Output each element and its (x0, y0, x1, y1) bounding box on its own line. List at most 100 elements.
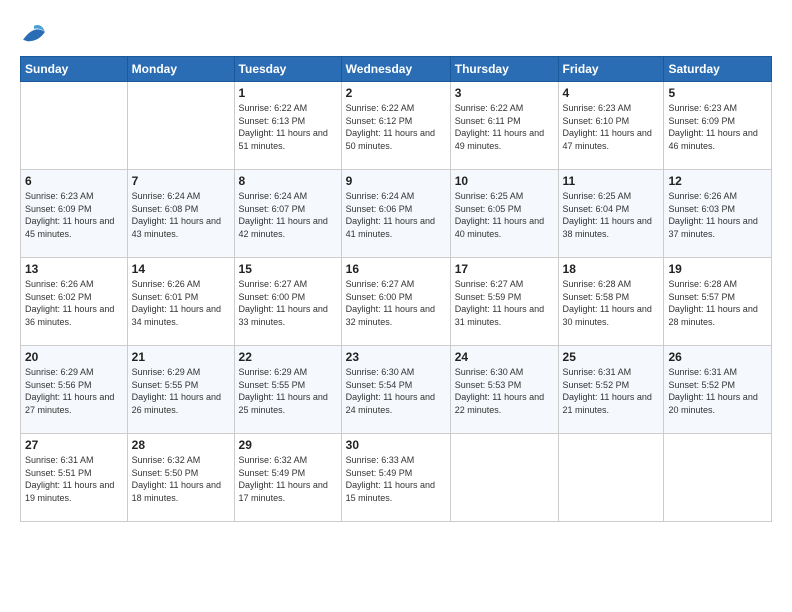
cell-content: Sunrise: 6:29 AM Sunset: 5:56 PM Dayligh… (25, 366, 123, 416)
calendar-cell (450, 434, 558, 522)
calendar-cell: 27 Sunrise: 6:31 AM Sunset: 5:51 PM Dayli… (21, 434, 128, 522)
day-number: 17 (455, 262, 554, 276)
weekday-header: Friday (558, 57, 664, 82)
calendar-cell: 4Sunrise: 6:23 AM Sunset: 6:10 PM Daylig… (558, 82, 664, 170)
cell-content: Sunrise: 6:22 AM Sunset: 6:12 PM Dayligh… (346, 102, 446, 152)
calendar-cell: 18 Sunrise: 6:28 AM Sunset: 5:58 PM Dayli… (558, 258, 664, 346)
weekday-header: Wednesday (341, 57, 450, 82)
calendar-cell: 13 Sunrise: 6:26 AM Sunset: 6:02 PM Dayli… (21, 258, 128, 346)
cell-content: Sunrise: 6:25 AM Sunset: 6:05 PM Dayligh… (455, 190, 554, 240)
cell-content: Sunrise: 6:27 AM Sunset: 6:00 PM Dayligh… (239, 278, 337, 328)
calendar-cell: 19Sunrise: 6:28 AM Sunset: 5:57 PM Dayli… (664, 258, 772, 346)
day-number: 12 (668, 174, 767, 188)
day-number: 2 (346, 86, 446, 100)
logo (20, 18, 52, 46)
cell-content: Sunrise: 6:24 AM Sunset: 6:08 PM Dayligh… (132, 190, 230, 240)
calendar-cell: 5 Sunrise: 6:23 AM Sunset: 6:09 PM Daylig… (664, 82, 772, 170)
day-number: 27 (25, 438, 123, 452)
cell-content: Sunrise: 6:33 AM Sunset: 5:49 PM Dayligh… (346, 454, 446, 504)
cell-content: Sunrise: 6:31 AM Sunset: 5:52 PM Dayligh… (563, 366, 660, 416)
day-number: 4 (563, 86, 660, 100)
calendar-cell: 1 Sunrise: 6:22 AM Sunset: 6:13 PM Daylig… (234, 82, 341, 170)
calendar-cell (558, 434, 664, 522)
calendar-week-row: 6Sunrise: 6:23 AM Sunset: 6:09 PM Daylig… (21, 170, 772, 258)
calendar-cell: 22 Sunrise: 6:29 AM Sunset: 5:55 PM Dayli… (234, 346, 341, 434)
calendar: SundayMondayTuesdayWednesdayThursdayFrid… (20, 56, 772, 522)
header (20, 18, 772, 46)
day-number: 28 (132, 438, 230, 452)
cell-content: Sunrise: 6:22 AM Sunset: 6:13 PM Dayligh… (239, 102, 337, 152)
cell-content: Sunrise: 6:29 AM Sunset: 5:55 PM Dayligh… (239, 366, 337, 416)
calendar-cell: 16 Sunrise: 6:27 AM Sunset: 6:00 PM Dayli… (341, 258, 450, 346)
calendar-cell: 11 Sunrise: 6:25 AM Sunset: 6:04 PM Dayli… (558, 170, 664, 258)
day-number: 5 (668, 86, 767, 100)
page: SundayMondayTuesdayWednesdayThursdayFrid… (0, 0, 792, 612)
cell-content: Sunrise: 6:32 AM Sunset: 5:49 PM Dayligh… (239, 454, 337, 504)
day-number: 7 (132, 174, 230, 188)
cell-content: Sunrise: 6:32 AM Sunset: 5:50 PM Dayligh… (132, 454, 230, 504)
day-number: 23 (346, 350, 446, 364)
calendar-cell: 25 Sunrise: 6:31 AM Sunset: 5:52 PM Dayli… (558, 346, 664, 434)
calendar-cell: 21 Sunrise: 6:29 AM Sunset: 5:55 PM Dayli… (127, 346, 234, 434)
calendar-cell: 12 Sunrise: 6:26 AM Sunset: 6:03 PM Dayli… (664, 170, 772, 258)
cell-content: Sunrise: 6:23 AM Sunset: 6:09 PM Dayligh… (25, 190, 123, 240)
calendar-cell: 7 Sunrise: 6:24 AM Sunset: 6:08 PM Daylig… (127, 170, 234, 258)
cell-content: Sunrise: 6:27 AM Sunset: 5:59 PM Dayligh… (455, 278, 554, 328)
day-number: 14 (132, 262, 230, 276)
day-number: 30 (346, 438, 446, 452)
day-number: 10 (455, 174, 554, 188)
calendar-week-row: 1 Sunrise: 6:22 AM Sunset: 6:13 PM Daylig… (21, 82, 772, 170)
calendar-cell: 8Sunrise: 6:24 AM Sunset: 6:07 PM Daylig… (234, 170, 341, 258)
calendar-cell: 23 Sunrise: 6:30 AM Sunset: 5:54 PM Dayli… (341, 346, 450, 434)
calendar-cell (21, 82, 128, 170)
weekday-header: Saturday (664, 57, 772, 82)
cell-content: Sunrise: 6:24 AM Sunset: 6:06 PM Dayligh… (346, 190, 446, 240)
day-number: 9 (346, 174, 446, 188)
cell-content: Sunrise: 6:26 AM Sunset: 6:02 PM Dayligh… (25, 278, 123, 328)
calendar-week-row: 13 Sunrise: 6:26 AM Sunset: 6:02 PM Dayli… (21, 258, 772, 346)
logo-icon (20, 18, 48, 46)
calendar-cell: 15 Sunrise: 6:27 AM Sunset: 6:00 PM Dayli… (234, 258, 341, 346)
cell-content: Sunrise: 6:26 AM Sunset: 6:03 PM Dayligh… (668, 190, 767, 240)
day-number: 25 (563, 350, 660, 364)
cell-content: Sunrise: 6:29 AM Sunset: 5:55 PM Dayligh… (132, 366, 230, 416)
day-number: 8 (239, 174, 337, 188)
calendar-cell: 10 Sunrise: 6:25 AM Sunset: 6:05 PM Dayli… (450, 170, 558, 258)
cell-content: Sunrise: 6:22 AM Sunset: 6:11 PM Dayligh… (455, 102, 554, 152)
cell-content: Sunrise: 6:30 AM Sunset: 5:54 PM Dayligh… (346, 366, 446, 416)
cell-content: Sunrise: 6:25 AM Sunset: 6:04 PM Dayligh… (563, 190, 660, 240)
day-number: 18 (563, 262, 660, 276)
calendar-cell (127, 82, 234, 170)
calendar-cell: 29 Sunrise: 6:32 AM Sunset: 5:49 PM Dayli… (234, 434, 341, 522)
day-number: 20 (25, 350, 123, 364)
calendar-cell: 28 Sunrise: 6:32 AM Sunset: 5:50 PM Dayli… (127, 434, 234, 522)
weekday-header: Monday (127, 57, 234, 82)
calendar-cell: 14Sunrise: 6:26 AM Sunset: 6:01 PM Dayli… (127, 258, 234, 346)
calendar-cell: 20 Sunrise: 6:29 AM Sunset: 5:56 PM Dayli… (21, 346, 128, 434)
day-number: 1 (239, 86, 337, 100)
cell-content: Sunrise: 6:27 AM Sunset: 6:00 PM Dayligh… (346, 278, 446, 328)
day-number: 16 (346, 262, 446, 276)
calendar-cell: 26Sunrise: 6:31 AM Sunset: 5:52 PM Dayli… (664, 346, 772, 434)
day-number: 3 (455, 86, 554, 100)
day-number: 22 (239, 350, 337, 364)
calendar-cell: 24 Sunrise: 6:30 AM Sunset: 5:53 PM Dayli… (450, 346, 558, 434)
calendar-cell: 9 Sunrise: 6:24 AM Sunset: 6:06 PM Daylig… (341, 170, 450, 258)
day-number: 21 (132, 350, 230, 364)
cell-content: Sunrise: 6:28 AM Sunset: 5:58 PM Dayligh… (563, 278, 660, 328)
cell-content: Sunrise: 6:31 AM Sunset: 5:51 PM Dayligh… (25, 454, 123, 504)
day-number: 13 (25, 262, 123, 276)
calendar-header-row: SundayMondayTuesdayWednesdayThursdayFrid… (21, 57, 772, 82)
cell-content: Sunrise: 6:30 AM Sunset: 5:53 PM Dayligh… (455, 366, 554, 416)
day-number: 24 (455, 350, 554, 364)
cell-content: Sunrise: 6:28 AM Sunset: 5:57 PM Dayligh… (668, 278, 767, 328)
day-number: 29 (239, 438, 337, 452)
calendar-cell: 17 Sunrise: 6:27 AM Sunset: 5:59 PM Dayli… (450, 258, 558, 346)
calendar-week-row: 20 Sunrise: 6:29 AM Sunset: 5:56 PM Dayli… (21, 346, 772, 434)
weekday-header: Tuesday (234, 57, 341, 82)
calendar-cell (664, 434, 772, 522)
day-number: 15 (239, 262, 337, 276)
cell-content: Sunrise: 6:23 AM Sunset: 6:09 PM Dayligh… (668, 102, 767, 152)
calendar-cell: 6Sunrise: 6:23 AM Sunset: 6:09 PM Daylig… (21, 170, 128, 258)
day-number: 11 (563, 174, 660, 188)
